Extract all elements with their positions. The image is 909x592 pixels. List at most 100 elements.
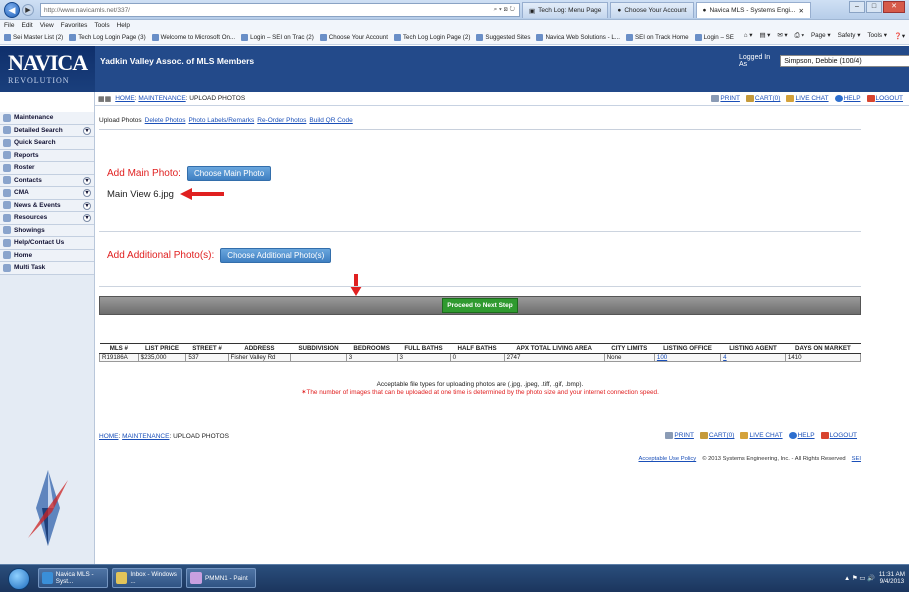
live-chat-link[interactable]: LIVE CHAT <box>786 94 829 102</box>
main-photo-filename: Main View 6.jpg <box>107 189 174 200</box>
tab-close-icon[interactable]: ✕ <box>798 7 803 15</box>
grid-icon[interactable]: ▦▦ <box>98 95 111 103</box>
tab-reorder-photos[interactable]: Re-Order Photos <box>257 117 306 124</box>
choose-main-photo-button[interactable]: Choose Main Photo <box>186 166 272 181</box>
footer-breadcrumb-maintenance[interactable]: MAINTENANCE <box>122 433 169 440</box>
footer-help-link[interactable]: HELP <box>788 432 815 439</box>
taskbar-item-inbox[interactable]: Inbox - Windows ... <box>112 568 182 588</box>
print-icon[interactable]: ⎙ ▾ <box>795 32 804 40</box>
help-link[interactable]: HELP <box>834 94 861 102</box>
acceptable-use-link[interactable]: Acceptable Use Policy <box>639 456 697 462</box>
expand-icon[interactable]: ▾ <box>83 126 91 135</box>
browser-tab-navica[interactable]: ● Navica MLS - Systems Engi... ✕ <box>695 2 811 18</box>
col-address: ADDRESS <box>228 343 291 354</box>
sidebar-item-quick-search[interactable]: Quick Search <box>0 137 94 150</box>
listing-agent-link[interactable]: 4 <box>723 354 726 361</box>
cart-link[interactable]: CART(0) <box>745 94 780 102</box>
menu-file[interactable]: File <box>4 22 14 29</box>
cell-listing-agent[interactable]: 4 <box>720 353 786 362</box>
menu-favorites[interactable]: Favorites <box>61 22 88 29</box>
sidebar-item-multi-task[interactable]: Multi Task <box>0 262 94 275</box>
sidebar-item-contacts[interactable]: Contacts ▾ <box>0 174 94 187</box>
user-select[interactable]: Simpson, Debbie (100/4) <box>780 55 909 67</box>
sidebar-spacer <box>0 92 94 112</box>
menu-tools[interactable]: Tools <box>94 22 109 29</box>
showings-icon <box>3 226 11 235</box>
address-bar[interactable]: http://www.navicamls.net/337/ ⌕ ▾ ⊠ ↻ <box>40 3 520 17</box>
back-button[interactable]: ◀ <box>4 2 20 18</box>
expand-icon[interactable]: ▾ <box>83 176 91 185</box>
browser-tab-tech-log[interactable]: ▣ Tech Log: Menu Page <box>522 2 609 18</box>
sidebar-item-news-events[interactable]: News & Events ▾ <box>0 199 94 212</box>
favorite-link[interactable]: Tech Log Login Page (3) <box>69 33 146 41</box>
favorite-link[interactable]: Tech Log Login Page (2) <box>393 33 470 41</box>
sidebar-item-resources[interactable]: Resources ▾ <box>0 212 94 225</box>
tab-upload-photos[interactable]: Upload Photos <box>99 117 142 124</box>
favorite-link[interactable]: Welcome to Microsoft On... <box>151 33 235 41</box>
favorite-link[interactable]: Login – SEI on Trac (2) <box>241 33 314 41</box>
clock-time: 11:31 AM <box>878 571 905 578</box>
help-icon <box>788 432 797 439</box>
footer-breadcrumb-home[interactable]: HOME <box>99 433 119 440</box>
sidebar-item-help-contact[interactable]: Help/Contact Us <box>0 237 94 250</box>
maximize-button[interactable]: □ <box>866 1 882 13</box>
favorite-link[interactable]: Choose Your Account <box>319 33 388 41</box>
favorite-label: SEI on Track Home <box>634 33 689 41</box>
sei-link[interactable]: SEI <box>852 456 861 462</box>
expand-icon[interactable]: ▾ <box>83 214 91 222</box>
page-menu[interactable]: Page ▾ <box>811 32 831 40</box>
sidebar-item-detailed-search[interactable]: Detailed Search ▾ <box>0 124 94 137</box>
favorite-link[interactable]: Sei Master List (2) <box>4 33 63 41</box>
close-window-button[interactable]: ✕ <box>883 1 905 13</box>
section-divider <box>99 231 861 232</box>
cell-living-area: 2747 <box>503 353 605 362</box>
menu-edit[interactable]: Edit <box>21 22 32 29</box>
footer-logout-link[interactable]: LOGOUT <box>820 432 857 439</box>
listing-office-link[interactable]: 100 <box>657 354 667 361</box>
choose-additional-photos-button[interactable]: Choose Additional Photo(s) <box>220 248 332 263</box>
safety-menu[interactable]: Safety ▾ <box>838 32 861 40</box>
footer-live-chat-link[interactable]: LIVE CHAT <box>740 432 783 439</box>
breadcrumb-maintenance[interactable]: MAINTENANCE <box>138 95 185 102</box>
sidebar-item-showings[interactable]: Showings <box>0 224 94 237</box>
logout-link[interactable]: LOGOUT <box>866 94 903 102</box>
expand-icon[interactable]: ▾ <box>83 189 91 197</box>
address-bar-controls[interactable]: ⌕ ▾ ⊠ ↻ <box>494 6 519 14</box>
forward-button[interactable]: ▶ <box>22 4 34 16</box>
tab-photo-labels[interactable]: Photo Labels/Remarks <box>188 117 254 124</box>
tray-icons[interactable]: ▲ ⚑ ▭ 🔊 <box>844 574 875 582</box>
print-link[interactable]: PRINT <box>711 94 740 103</box>
favorite-link[interactable]: Suggested Sites <box>476 33 530 41</box>
news-icon <box>3 201 11 210</box>
tools-menu[interactable]: Tools ▾ <box>867 32 887 40</box>
sidebar-item-reports[interactable]: Reports <box>0 149 94 162</box>
home-icon[interactable]: ⌂ ▾ <box>744 32 753 40</box>
footer-print-link[interactable]: PRINT <box>665 432 694 439</box>
taskbar-item-navica[interactable]: Navica MLS - Syst... <box>38 568 108 588</box>
sidebar-item-roster[interactable]: Roster <box>0 162 94 175</box>
tab-delete-photos[interactable]: Delete Photos <box>145 117 186 124</box>
feeds-icon[interactable]: ▤ ▾ <box>759 32 770 40</box>
sidebar-item-maintenance[interactable]: Maintenance <box>0 112 94 125</box>
browser-tab-choose-account[interactable]: ● Choose Your Account <box>610 2 694 18</box>
mail-icon[interactable]: ✉ ▾ <box>777 32 787 40</box>
menu-view[interactable]: View <box>40 22 54 29</box>
breadcrumb-home[interactable]: HOME <box>115 95 135 102</box>
col-city-limits: CITY LIMITS <box>604 343 655 354</box>
cell-listing-office[interactable]: 100 <box>653 353 722 362</box>
clock[interactable]: 11:31 AM 9/4/2013 <box>879 571 905 585</box>
minimize-button[interactable]: – <box>849 1 865 13</box>
expand-icon[interactable]: ▾ <box>83 201 91 210</box>
print-label: PRINT <box>720 95 740 103</box>
sidebar-item-cma[interactable]: CMA ▾ <box>0 187 94 200</box>
footer-cart-link[interactable]: CART(0) <box>699 432 734 439</box>
start-button[interactable] <box>8 568 30 590</box>
sidebar-item-home[interactable]: Home <box>0 249 94 262</box>
tab-build-qr[interactable]: Build QR Code <box>309 117 352 124</box>
favorite-link[interactable]: SEI on Track Home <box>625 33 689 41</box>
menu-help[interactable]: Help <box>117 22 130 29</box>
help-icon[interactable]: ❓▾ <box>894 32 905 40</box>
favorite-link[interactable]: Navica Web Solutions - L... <box>536 33 620 41</box>
taskbar-item-paint[interactable]: PMMN1 - Paint <box>186 568 256 588</box>
proceed-next-step-button[interactable]: Proceed to Next Step <box>442 298 518 313</box>
